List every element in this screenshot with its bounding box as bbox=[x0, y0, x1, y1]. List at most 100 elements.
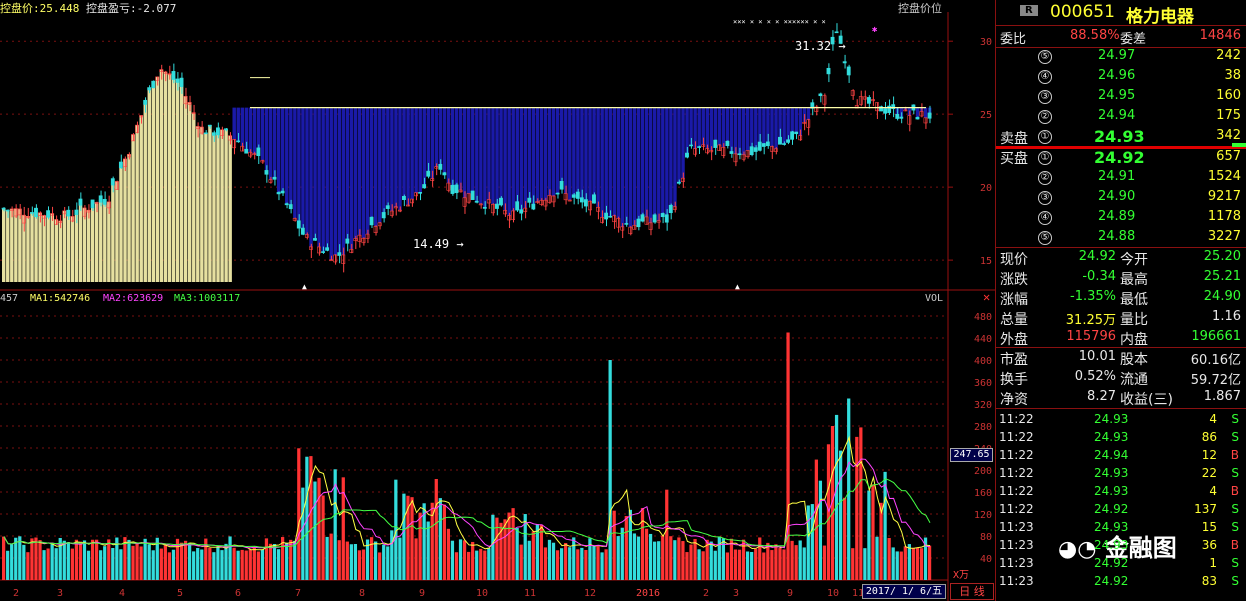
bids-price: 24.90 bbox=[1098, 189, 1136, 204]
volume-bar bbox=[612, 510, 616, 580]
cost-fill-bar bbox=[458, 107, 463, 191]
volume-bar bbox=[74, 539, 79, 580]
kline-chart-area[interactable]: 3025201548044040036032028024020016012080… bbox=[0, 0, 1177, 601]
volume-bar bbox=[685, 552, 689, 580]
cost-fill-bar bbox=[268, 107, 273, 180]
bids-row[interactable]: ③ 24.90 9217 bbox=[996, 188, 1246, 208]
bids-row[interactable]: ④ 24.89 1178 bbox=[996, 208, 1246, 228]
volume-bar bbox=[163, 544, 167, 580]
candle-body bbox=[151, 80, 156, 89]
bids-level: ③ bbox=[1038, 191, 1052, 205]
volume-bar bbox=[78, 541, 83, 580]
candle-body bbox=[608, 215, 613, 218]
tick-price: 24.93 bbox=[1094, 466, 1129, 480]
asks-row[interactable]: ② 24.94 175 bbox=[996, 107, 1246, 127]
volume-bar bbox=[30, 538, 34, 580]
candle-body bbox=[102, 198, 107, 205]
volume-bar bbox=[604, 549, 608, 580]
volume-bar bbox=[766, 542, 770, 580]
stats-row: 总量 31.25万 量比 1.16 bbox=[996, 308, 1246, 328]
volume-bar bbox=[95, 539, 99, 580]
candle-body bbox=[846, 66, 851, 76]
cost-fill-bar bbox=[636, 107, 641, 227]
volume-axis-label: 480 bbox=[974, 312, 992, 323]
time-axis-label: 11 bbox=[524, 588, 536, 599]
volume-bar bbox=[778, 548, 782, 580]
volume-bar bbox=[786, 332, 790, 580]
cost-fill-bar bbox=[171, 79, 176, 282]
volume-bar bbox=[46, 548, 50, 580]
candle-body bbox=[34, 207, 38, 217]
candle-body bbox=[652, 214, 657, 223]
cost-fill-bar bbox=[644, 107, 649, 217]
volume-bar bbox=[867, 490, 871, 580]
asks-level: ⑤ bbox=[1038, 50, 1052, 64]
volume-bar bbox=[677, 537, 681, 580]
candle-body bbox=[592, 194, 596, 204]
volume-bar bbox=[665, 489, 669, 580]
stats-value-2: 25.21 bbox=[1203, 269, 1241, 284]
tick-time: 11:23 bbox=[999, 556, 1034, 570]
volume-bar bbox=[192, 551, 196, 580]
tick-row: 11:22 24.93 4 B bbox=[996, 483, 1246, 501]
bids-row[interactable]: ① 24.92 657 bbox=[996, 148, 1246, 168]
candle-body bbox=[66, 209, 71, 217]
volume-header-value: 457 bbox=[0, 293, 19, 304]
candle-body bbox=[527, 197, 532, 203]
asks-row[interactable]: ⑤ 24.97 242 bbox=[996, 47, 1246, 67]
candle-body bbox=[664, 214, 669, 223]
volume-axis-label: 120 bbox=[974, 510, 992, 521]
cost-fill-bar bbox=[30, 213, 34, 282]
bids-row[interactable]: ② 24.91 1524 bbox=[996, 168, 1246, 188]
tick-side: S bbox=[1231, 574, 1239, 588]
bids-price: 24.88 bbox=[1098, 229, 1136, 244]
cost-fill-bar bbox=[260, 107, 265, 161]
candle-body bbox=[300, 227, 305, 235]
volume-bar bbox=[410, 497, 414, 580]
asks-row[interactable]: ③ 24.95 160 bbox=[996, 87, 1246, 107]
volume-bar bbox=[54, 548, 58, 580]
candle-body bbox=[313, 238, 317, 241]
tick-row: 11:22 24.92 137 S bbox=[996, 501, 1246, 519]
candle-body bbox=[794, 131, 799, 135]
bids-row[interactable]: ⑤ 24.88 3227 bbox=[996, 228, 1246, 248]
volume-bar bbox=[790, 540, 794, 580]
stats-label: 涨跌 bbox=[1000, 272, 1028, 288]
candle-body bbox=[697, 146, 702, 148]
stats-label-2: 最低 bbox=[1120, 292, 1148, 308]
candle-body bbox=[636, 218, 641, 228]
volume-bar bbox=[758, 537, 762, 580]
stats2-label: 净资 bbox=[1000, 392, 1028, 408]
volume-bar bbox=[434, 479, 438, 580]
period-tab[interactable]: 日 线 bbox=[950, 583, 994, 600]
candle-body bbox=[325, 247, 330, 251]
tick-time: 11:22 bbox=[999, 466, 1034, 480]
volume-bar bbox=[596, 546, 600, 580]
candle-body bbox=[171, 71, 176, 80]
cost-fill-bar bbox=[454, 107, 459, 193]
asks-row[interactable]: ① 24.93 342 bbox=[996, 127, 1246, 147]
candle-body bbox=[345, 238, 350, 244]
candle-body bbox=[482, 207, 487, 209]
bids-level: ⑤ bbox=[1038, 231, 1052, 245]
time-axis-label: 8 bbox=[359, 588, 365, 599]
asks-row[interactable]: ④ 24.96 38 bbox=[996, 67, 1246, 87]
cost-fill-bar bbox=[762, 107, 766, 147]
spread-marker bbox=[1232, 143, 1246, 147]
badge: R bbox=[1020, 5, 1038, 16]
candle-body bbox=[422, 184, 427, 189]
cost-fill-bar bbox=[103, 204, 107, 282]
price-axis-label: 30 bbox=[980, 37, 992, 48]
volume-bar bbox=[632, 533, 637, 580]
cost-fill-bar bbox=[572, 107, 576, 198]
bids-volume: 3227 bbox=[1207, 229, 1241, 244]
cost-fill-bar bbox=[539, 107, 544, 201]
candle-body bbox=[624, 223, 629, 225]
asks-price: 24.93 bbox=[1094, 127, 1145, 146]
volume-cursor-value: 247.65 bbox=[950, 448, 993, 462]
volume-bar bbox=[471, 541, 475, 580]
candle-body bbox=[499, 197, 503, 206]
candle-body bbox=[753, 147, 758, 152]
cost-fill-bar bbox=[46, 217, 50, 282]
close-icon[interactable]: ✕ bbox=[983, 290, 990, 304]
